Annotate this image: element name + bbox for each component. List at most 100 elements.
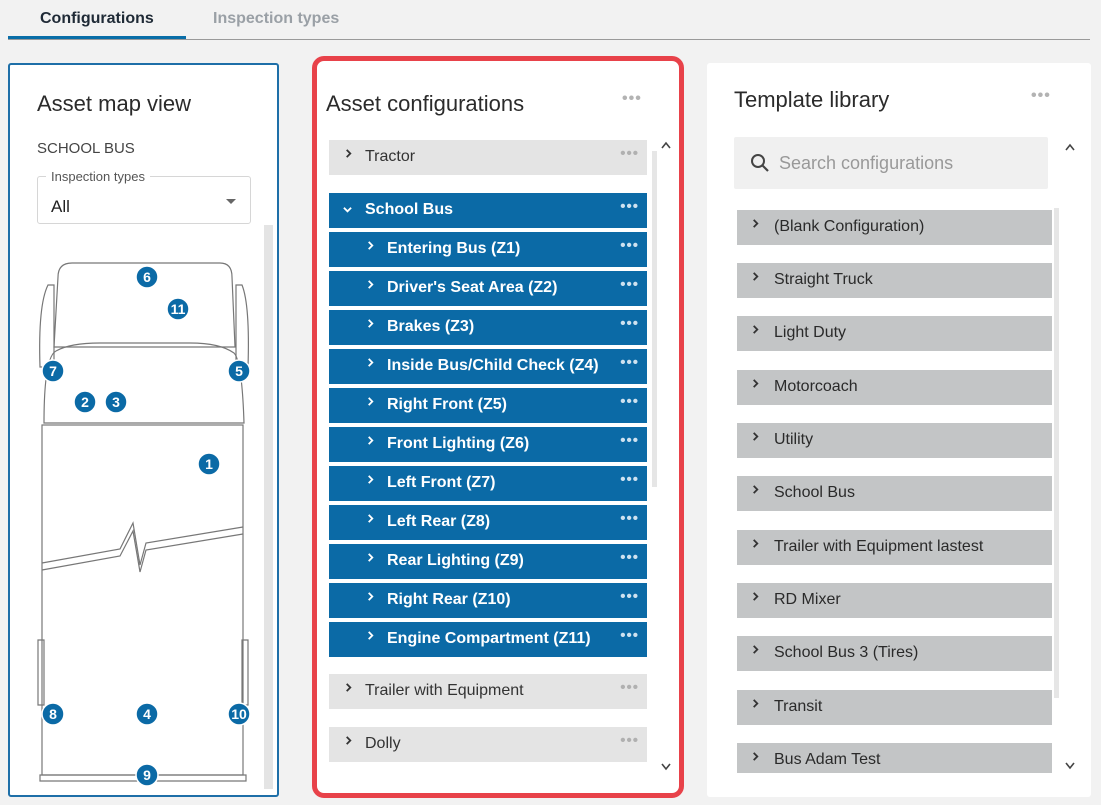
library-item-label: Trailer with Equipment lastest: [774, 538, 984, 555]
more-dots-icon[interactable]: •••: [1031, 87, 1051, 105]
scroll-up-icon[interactable]: [661, 141, 671, 149]
scroll-up-icon[interactable]: [1065, 143, 1075, 151]
svg-text:4: 4: [143, 706, 151, 722]
search-icon: [751, 154, 769, 172]
config-item-tractor[interactable]: Tractor •••: [329, 140, 647, 175]
chevron-right-icon: [368, 514, 374, 523]
library-item-label: (Blank Configuration): [774, 218, 925, 235]
chevron-right-icon: [346, 683, 352, 692]
library-item[interactable]: School Bus 3 (Tires): [737, 636, 1052, 671]
library-item[interactable]: Transit: [737, 690, 1052, 725]
zone-marker-8[interactable]: 8: [41, 702, 65, 726]
library-item[interactable]: Utility: [737, 423, 1052, 458]
more-dots-icon[interactable]: •••: [620, 549, 639, 566]
library-item-label: Light Duty: [774, 324, 847, 341]
chevron-right-icon: [753, 379, 759, 388]
zone-marker-1[interactable]: 1: [197, 452, 221, 476]
zone-markers: 6 11 7 5 2 3 1 8 4 10 9: [41, 265, 251, 787]
chevron-right-icon: [368, 319, 374, 328]
chevron-right-icon: [346, 736, 352, 745]
more-dots-icon[interactable]: •••: [620, 588, 639, 605]
library-item-label: School Bus: [774, 484, 855, 501]
more-dots-icon[interactable]: •••: [620, 432, 639, 449]
more-dots-icon[interactable]: •••: [620, 732, 639, 749]
more-dots-icon[interactable]: •••: [620, 145, 639, 162]
more-dots-icon[interactable]: •••: [620, 354, 639, 371]
zone-marker-6[interactable]: 6: [135, 265, 159, 289]
library-item-label: RD Mixer: [774, 591, 841, 608]
more-dots-icon[interactable]: •••: [620, 679, 639, 696]
more-dots-icon[interactable]: •••: [620, 237, 639, 254]
library-item[interactable]: Bus Adam Test: [737, 743, 1052, 773]
config-subitem[interactable]: Right Front (Z5) •••: [329, 388, 647, 423]
config-subitem[interactable]: Left Front (Z7) •••: [329, 466, 647, 501]
more-dots-icon[interactable]: •••: [620, 627, 639, 644]
zone-marker-10[interactable]: 10: [227, 702, 251, 726]
more-dots-icon[interactable]: •••: [622, 90, 642, 108]
library-item[interactable]: Straight Truck: [737, 263, 1052, 298]
more-dots-icon[interactable]: •••: [620, 315, 639, 332]
config-subitem-label: Engine Compartment (Z11): [387, 630, 591, 647]
scroll-down-icon[interactable]: [1065, 762, 1075, 770]
library-item-label: Straight Truck: [774, 271, 873, 288]
library-item[interactable]: RD Mixer: [737, 583, 1052, 618]
chevron-right-icon: [753, 219, 759, 228]
svg-text:5: 5: [235, 363, 243, 379]
config-subitem[interactable]: Right Rear (Z10) •••: [329, 583, 647, 618]
chevron-right-icon: [368, 631, 374, 640]
active-tab-indicator: [8, 36, 186, 39]
config-subitem[interactable]: Left Rear (Z8) •••: [329, 505, 647, 540]
config-subitem-label: Driver's Seat Area (Z2): [387, 279, 558, 296]
zone-marker-4[interactable]: 4: [135, 702, 159, 726]
config-item-trailer-with-equipment[interactable]: Trailer with Equipment •••: [329, 674, 647, 709]
more-dots-icon[interactable]: •••: [620, 510, 639, 527]
tab-configurations[interactable]: Configurations: [40, 10, 154, 28]
more-dots-icon[interactable]: •••: [620, 276, 639, 293]
chevron-right-icon: [368, 592, 374, 601]
tab-inspection-types[interactable]: Inspection types: [213, 10, 339, 28]
config-subitem[interactable]: Inside Bus/Child Check (Z4) •••: [329, 349, 647, 384]
zone-marker-7[interactable]: 7: [41, 359, 65, 383]
chevron-right-icon: [753, 485, 759, 494]
chevron-right-icon: [753, 539, 759, 548]
chevron-right-icon: [368, 358, 374, 367]
svg-text:8: 8: [49, 706, 57, 722]
library-item[interactable]: Motorcoach: [737, 370, 1052, 405]
zone-marker-2[interactable]: 2: [73, 390, 97, 414]
zone-marker-3[interactable]: 3: [104, 390, 128, 414]
library-item[interactable]: (Blank Configuration): [737, 210, 1052, 245]
config-subitem[interactable]: Entering Bus (Z1) •••: [329, 232, 647, 267]
more-dots-icon[interactable]: •••: [620, 393, 639, 410]
config-item-label: School Bus: [365, 201, 454, 218]
config-item-dolly[interactable]: Dolly •••: [329, 727, 647, 762]
config-subitem[interactable]: Rear Lighting (Z9) •••: [329, 544, 647, 579]
chevron-right-icon: [368, 436, 374, 445]
chevron-right-icon: [368, 553, 374, 562]
config-subitem-label: Brakes (Z3): [387, 318, 475, 335]
scroll-down-icon[interactable]: [661, 763, 671, 771]
config-subitem-label: Right Rear (Z10): [387, 591, 511, 608]
config-subitem[interactable]: Brakes (Z3) •••: [329, 310, 647, 345]
more-dots-icon[interactable]: •••: [620, 471, 639, 488]
library-item[interactable]: Light Duty: [737, 316, 1052, 351]
library-item[interactable]: School Bus: [737, 476, 1052, 511]
search-input[interactable]: Search configurations: [734, 137, 1048, 189]
library-scrollbar[interactable]: [1054, 208, 1059, 698]
config-scrollbar[interactable]: [652, 151, 657, 487]
config-item-label: Trailer with Equipment: [365, 682, 524, 699]
config-subitem[interactable]: Driver's Seat Area (Z2) •••: [329, 271, 647, 306]
zone-marker-11[interactable]: 11: [166, 297, 190, 321]
library-item-label: Utility: [774, 431, 814, 448]
config-subitem-label: Right Front (Z5): [387, 396, 507, 413]
config-subitem[interactable]: Front Lighting (Z6) •••: [329, 427, 647, 462]
chevron-right-icon: [368, 475, 374, 484]
zone-marker-9[interactable]: 9: [135, 763, 159, 787]
config-item-school-bus[interactable]: School Bus •••: [329, 193, 647, 228]
config-subitem-label: Front Lighting (Z6): [387, 435, 530, 452]
asset-map-panel: Asset map view SCHOOL BUS Inspection typ…: [8, 63, 279, 797]
library-item[interactable]: Trailer with Equipment lastest: [737, 530, 1052, 565]
zone-marker-5[interactable]: 5: [227, 359, 251, 383]
config-subitem[interactable]: Engine Compartment (Z11) •••: [329, 622, 647, 657]
chevron-right-icon: [753, 592, 759, 601]
more-dots-icon[interactable]: •••: [620, 198, 639, 215]
